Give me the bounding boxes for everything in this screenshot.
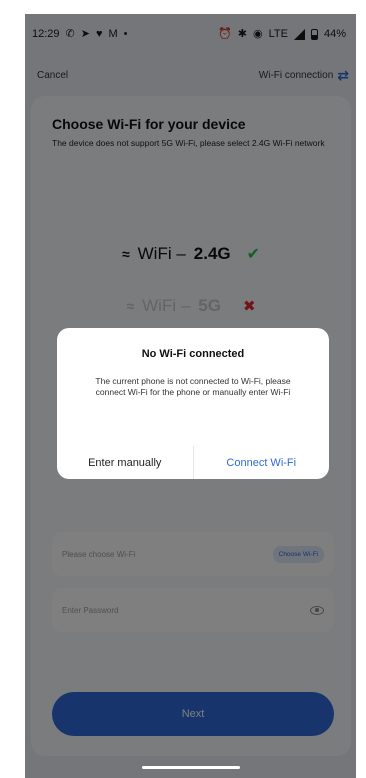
enter-manually-button[interactable]: Enter manually [57,446,194,479]
no-wifi-dialog: No Wi-Fi connected The current phone is … [57,328,329,479]
home-handle[interactable] [141,765,240,769]
dialog-message: The current phone is not connected to Wi… [95,376,291,397]
dialog-actions: Enter manually Connect Wi-Fi [57,446,329,479]
connect-wifi-button[interactable]: Connect Wi-Fi [194,446,330,479]
dialog-title: No Wi-Fi connected [141,348,245,360]
phone-screen: 12:29 ✆ ➤ ♥ M • ⏰ ✱ ◉ LTE 44% Cancel Wi-… [25,14,356,778]
nav-bar [25,756,356,778]
